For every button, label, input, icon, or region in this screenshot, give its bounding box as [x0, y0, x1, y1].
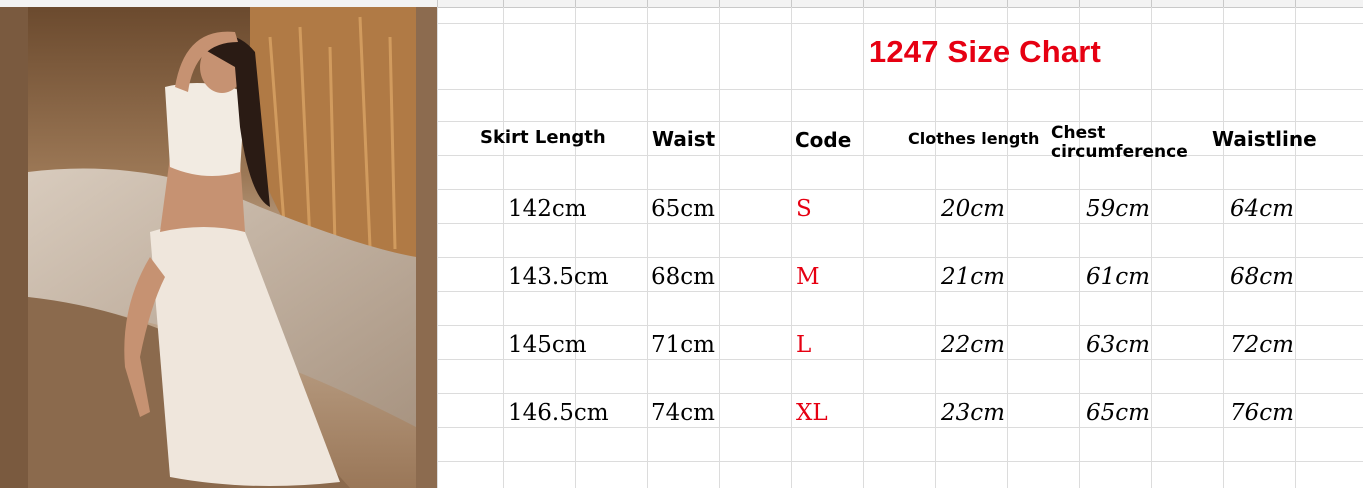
cell-waist: 68cm — [651, 264, 715, 290]
header-chest-line2: circumference — [1051, 142, 1188, 162]
cell-code: XL — [796, 400, 828, 426]
grid-column-line — [647, 7, 648, 488]
cell-skirt-length: 145cm — [508, 332, 587, 358]
grid-column-line — [935, 7, 936, 488]
column-header-divider — [1007, 0, 1008, 7]
cell-clothes-length: 22cm — [941, 332, 1005, 358]
model-photo-illustration — [0, 7, 437, 488]
model-photo — [0, 7, 437, 488]
column-header-divider — [503, 0, 504, 7]
grid-column-line — [1151, 7, 1152, 488]
grid-column-line — [1079, 7, 1080, 488]
grid-row-line — [437, 461, 1363, 462]
column-header-divider — [1223, 0, 1224, 7]
cell-chest: 65cm — [1086, 400, 1150, 426]
cell-waistline: 76cm — [1230, 400, 1294, 426]
grid-row-line — [437, 155, 1363, 156]
grid-column-line — [437, 7, 438, 488]
header-clothes-length: Clothes length — [908, 129, 1040, 148]
cell-waistline: 72cm — [1230, 332, 1294, 358]
header-waist: Waist — [652, 127, 716, 151]
grid-row-line — [437, 223, 1363, 224]
cell-waistline: 64cm — [1230, 196, 1294, 222]
grid-row-line — [437, 23, 1363, 24]
grid-column-line — [791, 7, 792, 488]
column-header-divider — [1079, 0, 1080, 7]
cell-waist: 74cm — [651, 400, 715, 426]
header-skirt-length: Skirt Length — [480, 127, 606, 148]
column-header-divider — [1295, 0, 1296, 7]
cell-clothes-length: 21cm — [941, 264, 1005, 290]
header-waistline: Waistline — [1212, 127, 1317, 151]
cell-code: L — [796, 332, 812, 358]
column-header-divider — [647, 0, 648, 7]
header-chest-circumference: Chest circumference — [1051, 124, 1188, 162]
grid-column-line — [1223, 7, 1224, 488]
grid-row-line — [437, 427, 1363, 428]
cell-code: M — [796, 264, 820, 290]
cell-waist: 71cm — [651, 332, 715, 358]
grid-row-line — [437, 393, 1363, 394]
grid-row-line — [437, 325, 1363, 326]
grid-row-line — [437, 359, 1363, 360]
cell-chest: 63cm — [1086, 332, 1150, 358]
header-code: Code — [795, 128, 852, 152]
cell-skirt-length: 142cm — [508, 196, 587, 222]
cell-waist: 65cm — [651, 196, 715, 222]
cell-skirt-length: 143.5cm — [508, 264, 609, 290]
cell-clothes-length: 23cm — [941, 400, 1005, 426]
grid-row-line — [437, 189, 1363, 190]
grid-column-line — [503, 7, 504, 488]
header-chest-line1: Chest — [1051, 123, 1106, 143]
column-header-divider — [791, 0, 792, 7]
grid-column-line — [863, 7, 864, 488]
grid-column-line — [1007, 7, 1008, 488]
column-header-divider — [437, 0, 438, 7]
column-header-divider — [575, 0, 576, 7]
column-header-divider — [863, 0, 864, 7]
grid-row-line — [437, 121, 1363, 122]
grid-row-line — [437, 291, 1363, 292]
column-header-divider — [719, 0, 720, 7]
grid-column-line — [719, 7, 720, 488]
grid-row-line — [437, 89, 1363, 90]
column-header-divider — [935, 0, 936, 7]
cell-waistline: 68cm — [1230, 264, 1294, 290]
cell-code: S — [796, 196, 812, 222]
cell-chest: 61cm — [1086, 264, 1150, 290]
column-header-divider — [1151, 0, 1152, 7]
cell-clothes-length: 20cm — [941, 196, 1005, 222]
grid-column-line — [1295, 7, 1296, 488]
size-chart-title: 1247 Size Chart — [868, 34, 1102, 69]
cell-chest: 59cm — [1086, 196, 1150, 222]
grid-row-line — [437, 257, 1363, 258]
cell-skirt-length: 146.5cm — [508, 400, 609, 426]
